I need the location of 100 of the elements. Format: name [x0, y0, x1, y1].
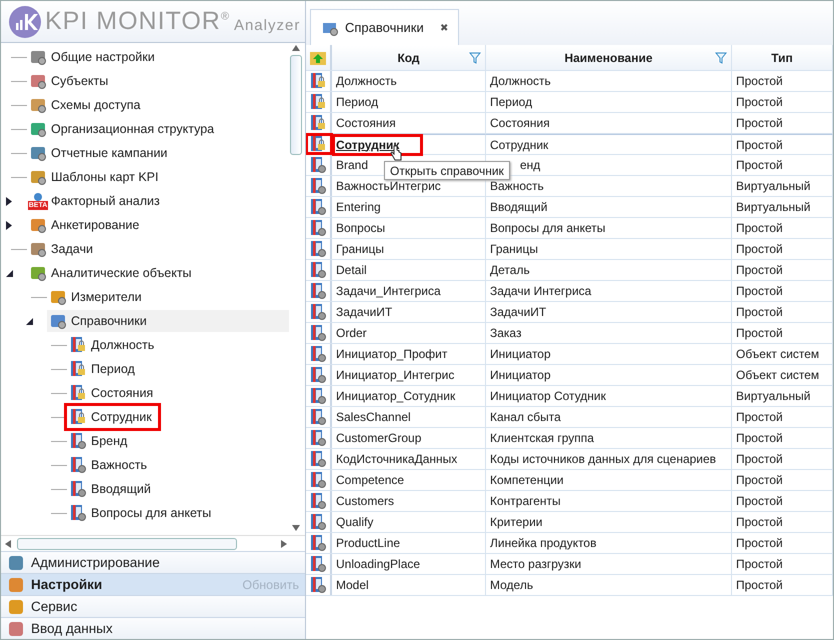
table-cell: Entering [336, 200, 381, 214]
table-cell: Канал сбыта [490, 410, 561, 424]
table-cell: Объект систем [736, 347, 820, 361]
table-cell: Линейка продуктов [490, 536, 596, 550]
table-cell: Состояния [336, 116, 396, 130]
table-cell: Qualify [336, 515, 374, 529]
tree-item[interactable]: Состояния [67, 382, 160, 404]
tree-item[interactable]: Сотрудник [67, 406, 158, 428]
scroll-right-icon[interactable] [281, 540, 287, 548]
column-header[interactable]: Тип [732, 45, 833, 70]
table-cell: Вводящий [490, 200, 548, 214]
table-cell: Место разгрузки [490, 557, 582, 571]
table-cell: ProductLine [336, 536, 400, 550]
table-cell: Сотрудник [490, 138, 548, 152]
table-cell: Инициатор_Сотудник [336, 389, 456, 403]
tree-item[interactable]: Важность [67, 454, 153, 476]
close-icon[interactable]: ✖ [440, 22, 448, 34]
tree-item[interactable]: Задачи [27, 238, 99, 260]
tree-item[interactable]: Справочники [47, 310, 289, 332]
table-cell: Контрагенты [490, 494, 561, 508]
table-cell: Простой [736, 557, 783, 571]
column-header[interactable]: Код [332, 45, 486, 70]
table-cell: Простой [736, 536, 783, 550]
scroll-down-icon[interactable] [292, 525, 300, 531]
table-cell: ВажностьИнтегрис [336, 179, 441, 193]
section-icon [7, 554, 25, 572]
table-cell: Простой [736, 515, 783, 529]
table-cell: Competence [336, 473, 404, 487]
tree-item[interactable]: Должность [67, 334, 160, 356]
table-cell: Виртуальный [736, 200, 810, 214]
table-cell: Инициатор [490, 368, 551, 382]
table-cell: Состояния [490, 116, 550, 130]
scroll-up-icon[interactable] [292, 45, 300, 51]
tree-item[interactable]: Организационная структура [27, 118, 220, 140]
tree-item[interactable]: Схемы доступа [27, 94, 146, 116]
tree-item[interactable]: Вводящий [67, 478, 157, 500]
tree-item[interactable]: Измерители [47, 286, 148, 308]
filter-icon[interactable] [469, 52, 481, 64]
tree-item[interactable]: Шаблоны карт KPI [27, 166, 164, 188]
table-cell: Order [336, 326, 367, 340]
tree-item[interactable]: Вопросы для анкеты [67, 502, 218, 524]
section-icon [7, 576, 25, 594]
table-cell: Простой [736, 410, 783, 424]
column-header[interactable]: Наименование [486, 45, 732, 70]
collapse-icon[interactable] [25, 316, 34, 326]
table-cell: Важность [490, 179, 544, 193]
table-cell: Компетенции [490, 473, 564, 487]
filter-icon[interactable] [715, 52, 727, 64]
table-cell: Простой [736, 74, 783, 88]
nav-section-button[interactable]: Администрирование [1, 551, 305, 573]
tree-item[interactable]: Бренд [67, 430, 134, 452]
expand-icon[interactable] [5, 220, 14, 230]
tree-item[interactable]: Субъекты [27, 70, 114, 92]
table-cell: Простой [736, 305, 783, 319]
expand-icon[interactable] [5, 196, 14, 206]
nav-section-button[interactable]: Сервис [1, 595, 305, 617]
table-cell: Вопросы для анкеты [490, 221, 606, 235]
table-cell: Виртуальный [736, 389, 810, 403]
table-cell: Период [490, 95, 532, 109]
table-cell: Критерии [490, 515, 542, 529]
table-cell: Простой [736, 221, 783, 235]
table-cell: Detail [336, 263, 367, 277]
table-cell: Простой [736, 578, 783, 592]
tree-item[interactable]: Период [67, 358, 141, 380]
scrollbar-thumb[interactable] [290, 55, 302, 155]
tree-item[interactable]: Общие настройки [27, 46, 161, 68]
table-cell: Объект систем [736, 368, 820, 382]
scrollbar-thumb[interactable] [17, 538, 237, 550]
tooltip: Открыть справочник [384, 161, 510, 180]
nav-section-button[interactable]: Ввод данных [1, 617, 305, 639]
table-cell: Простой [736, 452, 783, 466]
table-cell: КодИсточникаДанных [336, 452, 458, 466]
table-cell: Простой [736, 431, 783, 445]
table-cell: Заказ [490, 326, 522, 340]
tree-item[interactable]: Отчетные кампании [27, 142, 174, 164]
table-cell: Коды источников данных для сценариев [490, 452, 716, 466]
table-cell: Инициатор_Интегрис [336, 368, 454, 382]
table-cell: Период [336, 95, 378, 109]
table-cell: SalesChannel [336, 410, 411, 424]
table-cell: Простой [736, 242, 783, 256]
table-cell: Задачи Интегриса [490, 284, 592, 298]
table-cell: ЗадачиИТ [336, 305, 392, 319]
table-cell: Простой [736, 494, 783, 508]
table-cell: Модель [490, 578, 534, 592]
table-cell: Должность [490, 74, 551, 88]
table-cell: Customers [336, 494, 394, 508]
table-cell: Простой [736, 326, 783, 340]
section-icon [7, 620, 25, 638]
folder-up-icon[interactable] [309, 50, 327, 66]
scroll-left-icon[interactable] [5, 540, 11, 548]
logo-title: KPI MONITOR$^{®}$ [45, 7, 230, 36]
table-cell: Простой [736, 284, 783, 298]
table-cell: енд [520, 158, 540, 172]
table-cell: Границы [490, 242, 538, 256]
tab[interactable]: Справочники ✖ [310, 9, 459, 45]
table-cell: CustomerGroup [336, 431, 422, 445]
collapse-icon[interactable] [5, 268, 14, 278]
tree-item[interactable]: Анкетирование [27, 214, 146, 236]
table-cell: UnloadingPlace [336, 557, 420, 571]
tree-item[interactable]: Аналитические объекты [27, 262, 198, 284]
